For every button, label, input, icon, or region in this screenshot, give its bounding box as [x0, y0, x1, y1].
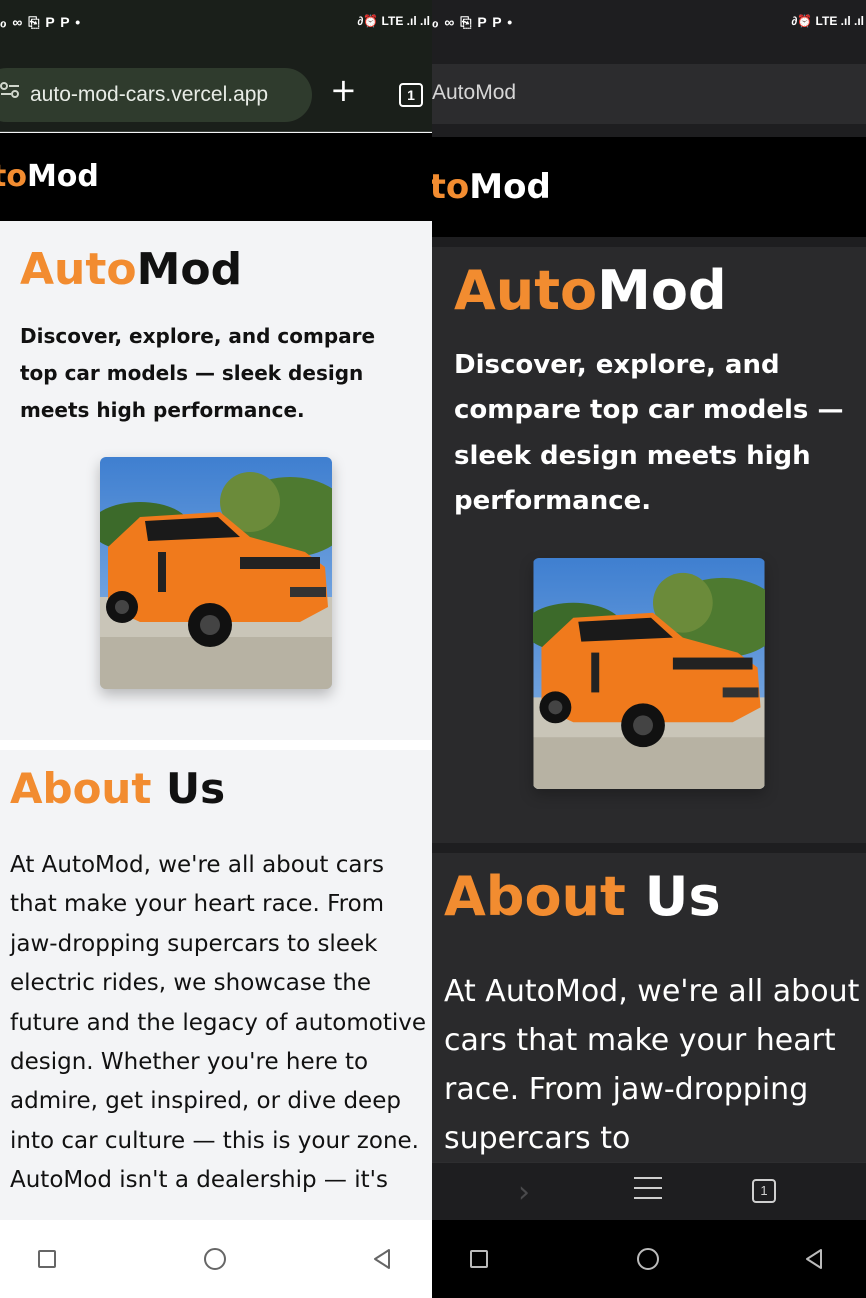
status-icons-right: ∂⏰ LTE .ıl .ıl [357, 14, 430, 28]
about-body: At AutoMod, we're all about cars that ma… [10, 852, 427, 1194]
about-heading-rest: Us [166, 764, 226, 813]
status-icons-left: ℴ ∞ ⎘ P P • [0, 14, 82, 30]
hero-tagline: Discover, explore, and compare top car m… [20, 324, 376, 422]
hero-title-accent: Auto [20, 244, 137, 295]
hero-title-accent: Auto [454, 259, 598, 322]
tune-icon[interactable] [0, 82, 20, 103]
android-nav-bar [432, 1220, 866, 1298]
nav-recents-icon[interactable] [38, 1250, 56, 1268]
hero-title-rest: Mod [136, 244, 243, 295]
browser-toolbar: AutoMod [432, 46, 866, 136]
status-bar: ℴ ∞ ⎘ P P • ∂⏰ LTE .ıl .ıl [0, 0, 432, 46]
address-bar[interactable]: AutoMod [432, 64, 866, 124]
site-logo[interactable]: itoMod [432, 167, 551, 207]
browser-bottom-toolbar: › 1 [432, 1162, 866, 1220]
about-section: About Us At AutoMod, we're all about car… [0, 750, 432, 1220]
about-section: About Us At AutoMod, we're all about car… [432, 853, 866, 1163]
tab-switcher-icon[interactable]: 1 [752, 1179, 776, 1203]
about-heading: About Us [444, 865, 721, 928]
address-bar[interactable]: auto-mod-cars.vercel.app [0, 68, 312, 122]
menu-icon[interactable] [634, 1177, 662, 1207]
about-body: At AutoMod, we're all about cars that ma… [444, 974, 860, 1156]
right-screen: ℴ ∞ ⎘ P P • ∂⏰ LTE .ıl .ıl AutoMod itoMo… [432, 0, 866, 1298]
nav-recents-icon[interactable] [470, 1250, 488, 1268]
section-divider [0, 740, 432, 750]
page-title[interactable]: AutoMod [432, 81, 516, 105]
about-heading: About Us [10, 764, 225, 813]
site-header: itoMod [432, 137, 866, 237]
nav-back-icon[interactable] [804, 1248, 824, 1274]
logo-accent: to [0, 159, 27, 194]
android-nav-bar [0, 1220, 432, 1298]
tab-switcher-icon[interactable]: 1 [399, 83, 423, 107]
logo-rest: Mod [26, 159, 99, 194]
hero-title: AutoMod [20, 244, 242, 295]
status-bar: ℴ ∞ ⎘ P P • ∂⏰ LTE .ıl .ıl [432, 0, 866, 46]
hero-tagline: Discover, explore, and compare top car m… [454, 350, 844, 517]
car-image [100, 457, 332, 689]
plus-icon[interactable]: + [330, 74, 357, 106]
status-icons-right: ∂⏰ LTE .ıl .ıl [791, 14, 864, 28]
hero-section: AutoMod Discover, explore, and compare t… [432, 247, 866, 843]
logo-accent: ito [432, 167, 470, 207]
url-text[interactable]: auto-mod-cars.vercel.app [30, 83, 268, 107]
forward-icon[interactable]: › [518, 1175, 530, 1210]
about-heading-accent: About [10, 764, 152, 813]
site-header: toMod [0, 133, 432, 221]
browser-toolbar: auto-mod-cars.vercel.app + 1 [0, 46, 432, 132]
about-heading-accent: About [444, 865, 626, 928]
hero-title-rest: Mod [597, 259, 727, 322]
car-image [533, 558, 765, 789]
site-logo[interactable]: toMod [0, 159, 99, 194]
nav-back-icon[interactable] [372, 1248, 392, 1274]
nav-home-icon[interactable] [637, 1248, 659, 1270]
left-screen: ℴ ∞ ⎘ P P • ∂⏰ LTE .ıl .ıl auto-mod-cars… [0, 0, 432, 1298]
status-icons-left: ℴ ∞ ⎘ P P • [432, 14, 514, 30]
hero-title: AutoMod [454, 259, 727, 322]
nav-home-icon[interactable] [204, 1248, 226, 1270]
about-heading-rest: Us [644, 865, 721, 928]
hero-section: AutoMod Discover, explore, and compare t… [0, 230, 432, 740]
logo-rest: Mod [469, 167, 551, 207]
